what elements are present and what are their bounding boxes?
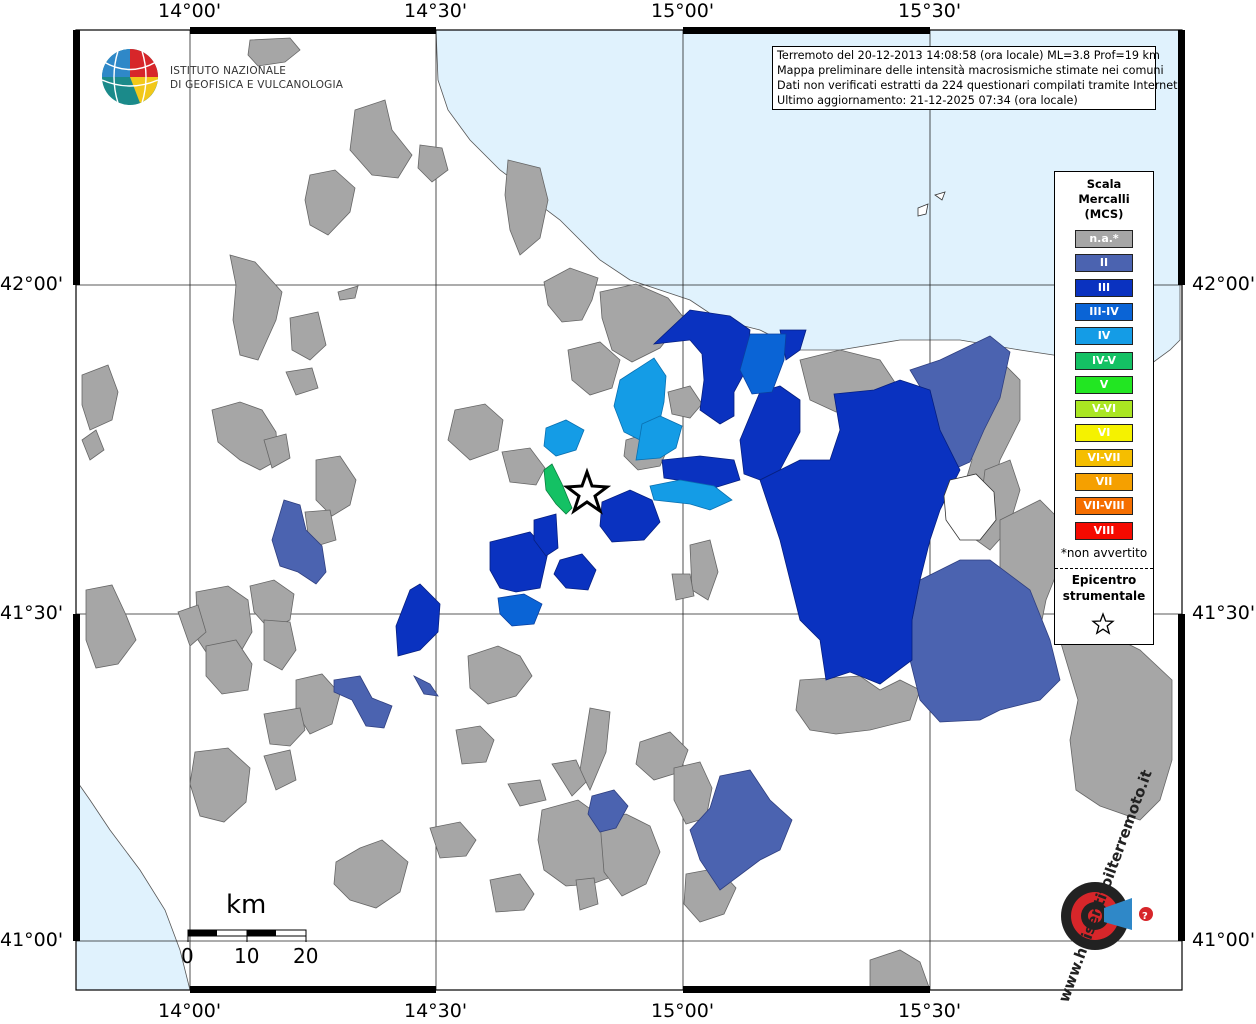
lon-label-top-2: 14°30' — [404, 0, 468, 22]
legend-title-1: Scala — [1086, 177, 1122, 191]
info-line-4: Ultimo aggiornamento: 21-12-2025 07:34 (… — [777, 94, 1078, 107]
ingv-logo-line1: ISTITUTO NAZIONALE — [170, 65, 287, 77]
lat-label-right-3: 41°00' — [1192, 929, 1256, 951]
legend: Scala Mercalli (MCS) n.a.* II III III-IV IV I… — [1054, 171, 1154, 645]
lon-label-bottom-2: 14°30' — [404, 1000, 468, 1022]
legend-item: V-VI — [1075, 400, 1133, 419]
info-line-2: Mappa preliminare delle intensità macros… — [777, 64, 1164, 77]
legend-separator — [1055, 568, 1153, 569]
legend-item: II — [1075, 254, 1133, 273]
svg-text:?: ? — [1142, 911, 1148, 922]
scale-tick-10: 10 — [234, 944, 260, 968]
legend-star-icon — [1091, 612, 1115, 635]
ingv-logo-icon — [101, 49, 159, 105]
legend-note: *non avvertito — [1060, 546, 1148, 560]
lat-label-right-2: 41°30' — [1192, 602, 1256, 624]
legend-item: VIII — [1075, 521, 1133, 540]
legend-item: n.a.* — [1075, 230, 1133, 248]
legend-item: III — [1075, 278, 1133, 297]
legend-item: VI-VII — [1075, 448, 1133, 467]
legend-title: Scala Mercalli (MCS) — [1055, 177, 1153, 222]
legend-title-2: Mercalli — [1078, 192, 1130, 206]
lat-label-left-1: 42°00' — [0, 273, 64, 295]
legend-item: VII — [1075, 473, 1133, 491]
lat-label-left-2: 41°30' — [0, 602, 64, 624]
scale-unit: km — [226, 890, 267, 920]
lon-label-top-3: 15°00' — [651, 0, 715, 22]
legend-item: IV — [1075, 327, 1133, 346]
lon-label-bottom-4: 15°30' — [898, 1000, 962, 1022]
lon-label-top-4: 15°30' — [898, 0, 962, 22]
legend-item: V — [1075, 375, 1133, 394]
ingv-logo-text: ISTITUTO NAZIONALE DI GEOFISICA E VULCAN… — [170, 64, 343, 92]
legend-epicenter: Epicentro strumentale — [1055, 572, 1153, 604]
lat-label-right-1: 42°00' — [1192, 273, 1256, 295]
lon-label-top-1: 14°00' — [158, 0, 222, 22]
legend-item: IV-V — [1075, 351, 1133, 370]
legend-epicenter-1: Epicentro — [1071, 573, 1137, 587]
legend-item: III-IV — [1075, 302, 1133, 321]
scale-tick-20: 20 — [293, 944, 319, 968]
lat-label-left-3: 41°00' — [0, 929, 64, 951]
info-line-1: Terremoto del 20-12-2013 14:08:58 (ora l… — [777, 49, 1160, 62]
lon-label-bottom-3: 15°00' — [651, 1000, 715, 1022]
legend-epicenter-2: strumentale — [1062, 589, 1146, 603]
legend-item: VII-VIII — [1075, 497, 1133, 516]
legend-item: VI — [1075, 424, 1133, 443]
ingv-logo-line2: DI GEOFISICA E VULCANOLOGIA — [170, 79, 344, 91]
info-line-3: Dati non verificati estratti da 224 ques… — [777, 79, 1182, 92]
lon-label-bottom-1: 14°00' — [158, 1000, 222, 1022]
legend-title-3: (MCS) — [1084, 207, 1124, 221]
scale-tick-0: 0 — [181, 944, 194, 968]
event-info-box: Terremoto del 20-12-2013 14:08:58 (ora l… — [772, 46, 1182, 110]
